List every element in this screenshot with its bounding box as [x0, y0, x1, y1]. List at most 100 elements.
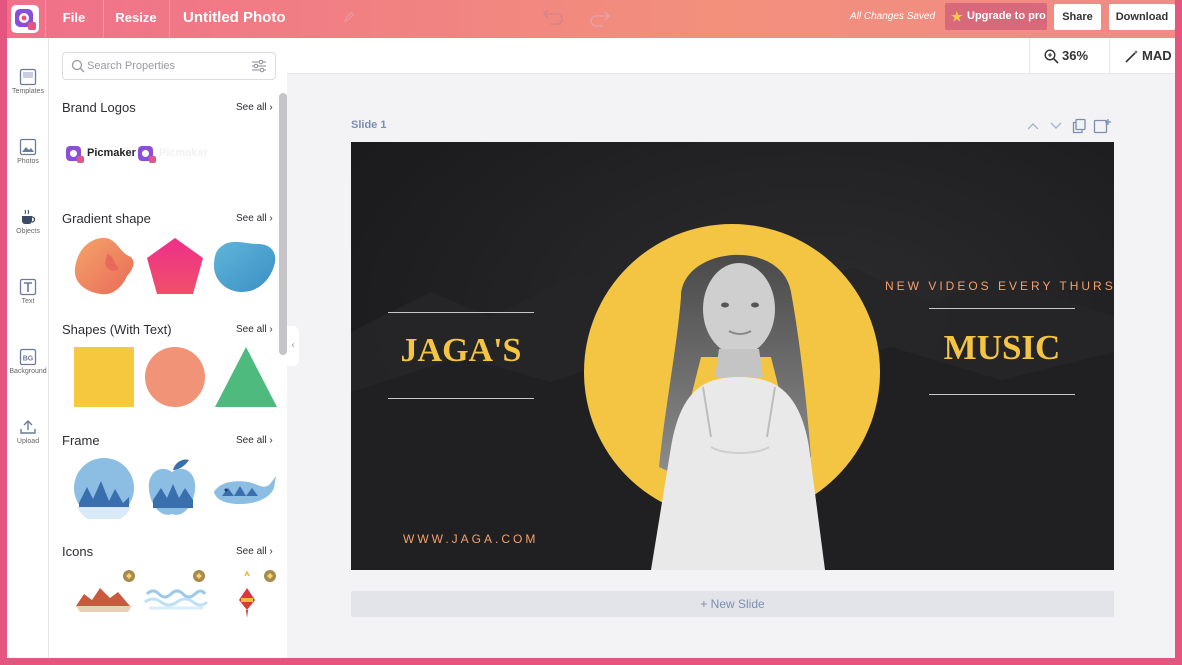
- search-properties-box: [62, 52, 276, 80]
- section-title-gradient-shape: Gradient shape: [62, 211, 151, 226]
- svg-text:BG: BG: [23, 356, 34, 363]
- see-all-frame[interactable]: See all ›: [236, 435, 273, 446]
- file-menu-button[interactable]: File: [45, 0, 103, 38]
- share-button[interactable]: Share: [1054, 4, 1101, 30]
- new-slide-button[interactable]: + New Slide: [351, 591, 1114, 617]
- icon-blue-waves[interactable]: [143, 568, 211, 616]
- picmaker-logo-icon: [66, 146, 84, 163]
- right-title[interactable]: MUSIC: [929, 328, 1075, 368]
- move-slide-up-icon[interactable]: [1026, 121, 1040, 131]
- see-all-label: See all: [236, 213, 267, 224]
- rail-item-photos[interactable]: Photos: [7, 138, 49, 198]
- divider: [169, 0, 170, 38]
- right-bottom-rule: [929, 394, 1075, 395]
- upload-icon: [20, 420, 36, 434]
- rail-label: Photos: [17, 158, 39, 165]
- woman-portrait-image[interactable]: [611, 237, 861, 570]
- zoom-level: 36%: [1062, 48, 1089, 63]
- background-icon: BG: [19, 348, 37, 366]
- photos-icon: [19, 138, 37, 156]
- rail-label: Background: [9, 368, 47, 375]
- rail-item-objects[interactable]: Objects: [7, 208, 49, 268]
- search-icon: [71, 59, 85, 73]
- slide-canvas[interactable]: JAGA'S NEW VIDEOS EVERY THURSDAY MUSIC W…: [351, 142, 1114, 570]
- tagline[interactable]: NEW VIDEOS EVERY THURSDAY: [885, 279, 1114, 293]
- see-all-brand-logos[interactable]: See all ›: [236, 102, 273, 113]
- frame-circle-forest[interactable]: [73, 457, 135, 519]
- website-text[interactable]: WWW.JAGA.COM: [403, 532, 538, 546]
- move-slide-down-icon[interactable]: [1049, 121, 1063, 131]
- rail-item-upload[interactable]: Upload: [7, 418, 49, 478]
- left-top-rule: [388, 312, 534, 313]
- brand-logo-picmaker[interactable]: Picmaker: [65, 144, 137, 166]
- left-title[interactable]: JAGA'S: [388, 332, 534, 370]
- zoom-icon: [1044, 49, 1059, 64]
- gradient-pentagon-pink[interactable]: [143, 234, 207, 298]
- magic-wand-icon: [1125, 50, 1138, 63]
- shape-circle-salmon[interactable]: [145, 347, 205, 407]
- rail-item-templates[interactable]: Templates: [7, 68, 49, 128]
- icon-lantern[interactable]: [215, 568, 277, 632]
- filter-sliders-icon[interactable]: [251, 59, 267, 73]
- see-all-gradient-shape[interactable]: See all ›: [236, 213, 273, 224]
- brand-logo-picmaker-light[interactable]: Picmaker: [137, 144, 209, 166]
- redo-icon[interactable]: [589, 8, 611, 28]
- star-icon: ★: [951, 9, 963, 24]
- see-all-icons[interactable]: See all ›: [236, 546, 273, 557]
- section-title-brand-logos: Brand Logos: [62, 100, 136, 115]
- brand-logo-text: Picmaker: [87, 147, 136, 159]
- objects-icon: [22, 209, 36, 224]
- top-bar: File Resize Untitled Photo All Changes S…: [7, 0, 1175, 38]
- text-icon: [19, 278, 37, 296]
- see-all-shapes-with-text[interactable]: See all ›: [236, 324, 273, 335]
- workspace-toolbar: 36% MAD: [287, 38, 1175, 74]
- save-status: All Changes Saved: [850, 11, 936, 22]
- edit-pencil-icon[interactable]: [343, 11, 355, 23]
- picmaker-logo[interactable]: [11, 5, 39, 33]
- magic-design-button[interactable]: MAD: [1109, 38, 1175, 74]
- upgrade-to-pro-button[interactable]: ★ Upgrade to pro: [945, 3, 1047, 30]
- section-title-icons: Icons: [62, 544, 94, 559]
- download-button[interactable]: Download: [1109, 4, 1175, 30]
- document-title[interactable]: Untitled Photo: [183, 0, 285, 38]
- resize-button[interactable]: Resize: [103, 0, 169, 38]
- picmaker-logo-icon: [138, 146, 156, 163]
- slide-label[interactable]: Slide 1: [351, 119, 386, 131]
- rail-item-text[interactable]: Text: [7, 278, 49, 338]
- magic-design-label: MAD: [1142, 48, 1172, 63]
- section-title-frame: Frame: [62, 433, 100, 448]
- zoom-control[interactable]: 36%: [1029, 38, 1109, 74]
- shape-square-yellow[interactable]: [74, 347, 134, 407]
- upgrade-label: Upgrade to pro: [967, 10, 1046, 22]
- see-all-label: See all: [236, 435, 267, 446]
- properties-panel: Brand Logos See all › Picmaker Picmaker …: [49, 38, 287, 658]
- gradient-blob-orange[interactable]: [71, 234, 137, 298]
- left-icon-rail: Templates Photos Objects Text BG Backgro…: [7, 38, 49, 658]
- right-top-rule: [929, 308, 1075, 309]
- left-bottom-rule: [388, 398, 534, 399]
- see-all-label: See all: [236, 546, 267, 557]
- panel-scrollbar[interactable]: [279, 93, 287, 355]
- section-title-shapes-with-text: Shapes (With Text): [62, 322, 172, 337]
- search-properties-input[interactable]: [87, 57, 247, 75]
- duplicate-slide-icon[interactable]: [1071, 118, 1087, 134]
- frame-apple-forest[interactable]: [147, 456, 197, 520]
- collapse-panel-toggle[interactable]: ‹: [287, 326, 299, 366]
- add-slide-icon[interactable]: [1093, 118, 1111, 134]
- templates-icon: [19, 68, 37, 86]
- brand-logo-text: Picmaker: [159, 147, 208, 159]
- frame-whale-forest[interactable]: [212, 470, 278, 510]
- rail-label: Upload: [16, 438, 40, 445]
- rail-item-background[interactable]: BG Background: [7, 348, 49, 408]
- app-window: File Resize Untitled Photo All Changes S…: [7, 0, 1175, 658]
- icon-mountain-landscape[interactable]: [74, 568, 140, 616]
- picmaker-logo-icon: [15, 9, 36, 30]
- rail-label: Text: [21, 298, 35, 305]
- shape-triangle-green[interactable]: [215, 347, 277, 407]
- undo-icon[interactable]: [542, 6, 564, 26]
- rail-label: Templates: [12, 88, 44, 95]
- rail-label: Objects: [16, 228, 40, 235]
- see-all-label: See all: [236, 324, 267, 335]
- see-all-label: See all: [236, 102, 267, 113]
- gradient-blob-blue[interactable]: [212, 238, 278, 296]
